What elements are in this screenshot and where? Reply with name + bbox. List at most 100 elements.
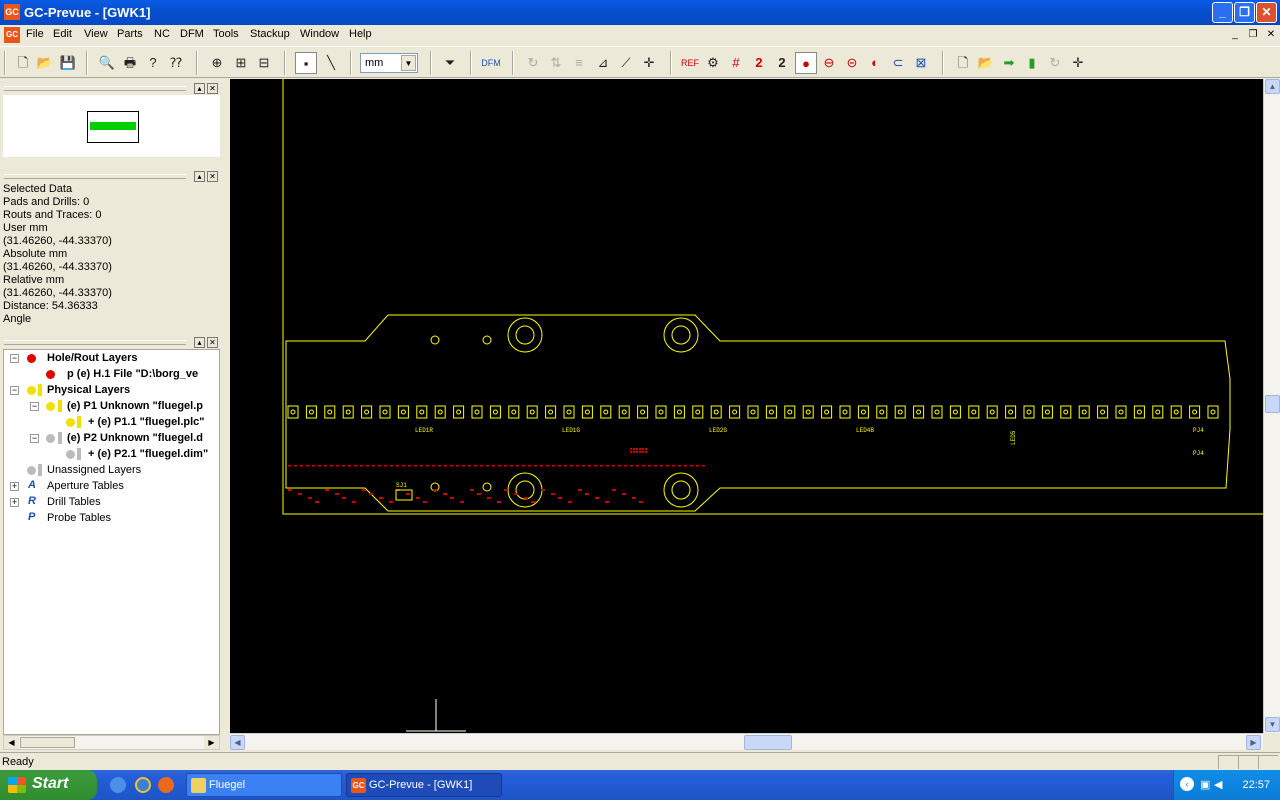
tree-h1-file[interactable]: p (e) H.1 File "D:\borg_ve (67, 366, 198, 382)
tree-horizontal-scrollbar[interactable]: ◀ ▶ (3, 735, 220, 750)
firefox-icon[interactable] (158, 777, 174, 793)
vertical-scroll-thumb[interactable] (1265, 395, 1280, 413)
select-line-icon[interactable]: ╲ (320, 52, 342, 74)
measure-icon[interactable]: ⟋ (615, 52, 637, 74)
scroll-up-icon[interactable]: ▲ (1265, 79, 1280, 94)
scroll-down-icon[interactable]: ▼ (1265, 717, 1280, 732)
pad-ring-icon[interactable]: ⊝ (841, 52, 863, 74)
collapse-icon[interactable]: − (30, 402, 39, 411)
board-preview[interactable] (3, 95, 220, 157)
align-icon[interactable]: ≡ (568, 52, 590, 74)
pad-color-icon[interactable]: ◐ (864, 52, 886, 74)
axis-icon[interactable]: ✛ (638, 52, 660, 74)
refresh-icon[interactable]: ↻ (1044, 52, 1066, 74)
pane-restore-button[interactable]: ▴ (194, 337, 205, 348)
tree-unassigned-layers[interactable]: Unassigned Layers (47, 462, 141, 478)
open-layer-icon[interactable]: 📂 (975, 52, 997, 74)
new-file-icon[interactable]: 🗋 (12, 52, 34, 74)
tree-aperture-tables[interactable]: Aperture Tables (47, 478, 124, 494)
tree-physical-layers[interactable]: Physical Layers (47, 382, 130, 398)
new-layer-icon[interactable]: 🗋 (952, 52, 974, 74)
zoom-window-icon[interactable]: ⊞ (230, 52, 252, 74)
tray-expand-icon[interactable]: ‹ (1180, 777, 1194, 791)
preview-pane-header[interactable]: ▴ ✕ (2, 83, 220, 95)
rotate-icon[interactable]: ↻ (522, 52, 544, 74)
expand-icon[interactable]: + (10, 482, 19, 491)
open-folder-icon[interactable]: 📂 (34, 52, 56, 74)
show-desktop-icon[interactable] (110, 777, 126, 793)
horizontal-scroll-thumb[interactable] (744, 735, 792, 750)
select-point-icon[interactable]: ▪ (295, 52, 317, 74)
clearance-icon[interactable]: ⊂ (887, 52, 909, 74)
selection-pane-header[interactable]: ▴ ✕ (2, 171, 220, 183)
document-icon[interactable]: GC (4, 27, 20, 43)
import-icon[interactable]: ➡ (998, 52, 1020, 74)
minimize-button[interactable]: _ (1212, 2, 1233, 23)
tree-p2[interactable]: (e) P2 Unknown "fluegel.d (67, 430, 203, 446)
pad-icon[interactable]: ● (795, 52, 817, 74)
task-fluegel[interactable]: Fluegel (186, 773, 342, 797)
tree-p11[interactable]: + (e) P1.1 "fluegel.plc" (88, 414, 205, 430)
scroll-left-icon[interactable]: ◀ (230, 735, 245, 750)
scroll-right-icon[interactable]: ▶ (204, 736, 219, 749)
two-side-icon[interactable]: 2 (748, 52, 770, 74)
layer-color-icon[interactable]: ▮ (1021, 52, 1043, 74)
pane-close-button[interactable]: ✕ (207, 83, 218, 94)
tree-hole-rout-layers[interactable]: Hole/Rout Layers (47, 350, 137, 366)
internet-explorer-icon[interactable] (135, 777, 151, 793)
pane-restore-button[interactable]: ▴ (194, 171, 205, 182)
pane-close-button[interactable]: ✕ (207, 171, 218, 182)
network-icon[interactable]: ▣ (1200, 778, 1210, 791)
tree-p1[interactable]: (e) P1 Unknown "fluegel.p (67, 398, 203, 414)
layer-pane-header[interactable]: ▴ ✕ (2, 337, 220, 349)
app-icon[interactable]: GC (4, 4, 20, 20)
menu-dfm[interactable]: DFM (180, 28, 204, 40)
help-icon[interactable]: ? (142, 52, 164, 74)
chevron-down-icon[interactable]: ▼ (401, 55, 416, 71)
task-gc-prevue[interactable]: GC GC-Prevue - [GWK1] (346, 773, 502, 797)
menu-nc[interactable]: NC (154, 28, 170, 40)
maximize-button[interactable]: ❐ (1234, 2, 1255, 23)
tree-scroll-thumb[interactable] (20, 737, 75, 748)
canvas-horizontal-scrollbar[interactable]: ◀ ▶ (230, 733, 1263, 750)
reference-icon[interactable]: REF (679, 52, 701, 74)
origin-icon[interactable]: ⊿ (592, 52, 614, 74)
tree-p21[interactable]: + (e) P2.1 "fluegel.dim" (88, 446, 208, 462)
clock[interactable]: 22:57 (1242, 779, 1270, 791)
tree-drill-tables[interactable]: Drill Tables (47, 494, 101, 510)
two-layer-icon[interactable]: 2 (771, 52, 793, 74)
mdi-minimize-button[interactable]: _ (1228, 28, 1242, 42)
zoom-in-icon[interactable]: ⊕ (206, 52, 228, 74)
volume-icon[interactable]: ◀ (1214, 778, 1222, 791)
pcb-drawing[interactable]: SJ1 LED1R LED1G LED2G LED4B LED5 PJ4 PJ4 (230, 79, 1263, 733)
print-icon[interactable]: 🖶 (119, 52, 141, 74)
pcb-canvas[interactable]: SJ1 LED1R LED1G LED2G LED4B LED5 PJ4 PJ4 (230, 79, 1263, 733)
preview-viewport[interactable] (87, 111, 139, 143)
component-icon[interactable]: ⚙ (702, 52, 724, 74)
unit-select[interactable]: mm ▼ (360, 53, 418, 73)
collapse-icon[interactable]: − (30, 434, 39, 443)
snap-icon[interactable]: ✛ (1067, 52, 1089, 74)
save-icon[interactable]: 💾 (57, 52, 79, 74)
close-button[interactable]: ✕ (1256, 2, 1277, 23)
menu-parts[interactable]: Parts (117, 28, 143, 40)
filter-icon[interactable]: ⏷ (439, 52, 461, 74)
zoom-fit-icon[interactable]: ⊟ (253, 52, 275, 74)
pad-outline-icon[interactable]: ⊖ (818, 52, 840, 74)
context-help-icon[interactable]: ⁇ (165, 52, 187, 74)
collapse-icon[interactable]: − (10, 386, 19, 395)
mirror-icon[interactable]: ⇅ (545, 52, 567, 74)
pane-close-button[interactable]: ✕ (207, 337, 218, 348)
collapse-icon[interactable]: − (10, 354, 19, 363)
canvas-vertical-scrollbar[interactable]: ▲ ▼ (1263, 79, 1280, 733)
menu-view[interactable]: View (84, 28, 108, 40)
pane-restore-button[interactable]: ▴ (194, 83, 205, 94)
mdi-restore-button[interactable]: ❐ (1246, 28, 1260, 42)
cross-box-icon[interactable]: ⊠ (910, 52, 932, 74)
scroll-left-icon[interactable]: ◀ (4, 736, 19, 749)
tree-probe-tables[interactable]: Probe Tables (47, 510, 111, 526)
menu-tools[interactable]: Tools (213, 28, 239, 40)
grid-icon[interactable]: # (725, 52, 747, 74)
menu-stackup[interactable]: Stackup (250, 28, 290, 40)
expand-icon[interactable]: + (10, 498, 19, 507)
